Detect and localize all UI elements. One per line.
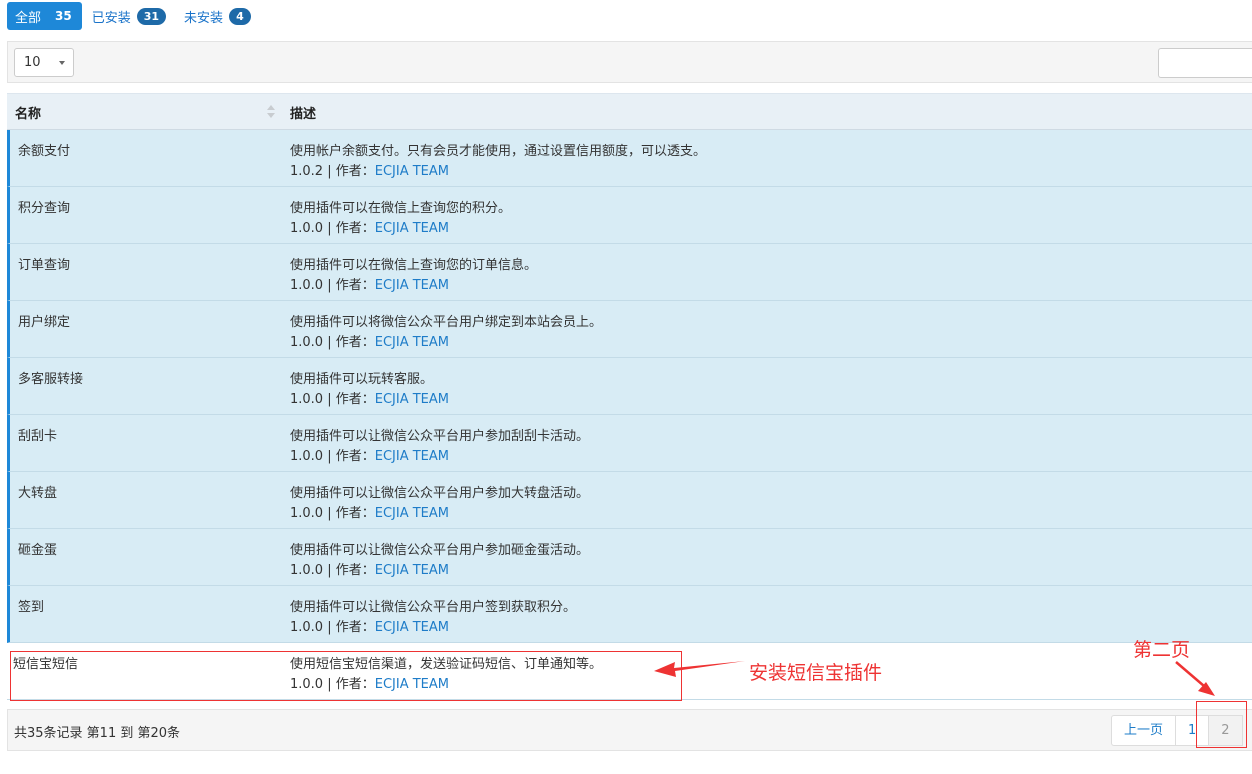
annotation-arrows	[654, 661, 1215, 696]
arrow-install-icon	[654, 661, 745, 677]
arrow-page2-icon	[1175, 661, 1215, 696]
